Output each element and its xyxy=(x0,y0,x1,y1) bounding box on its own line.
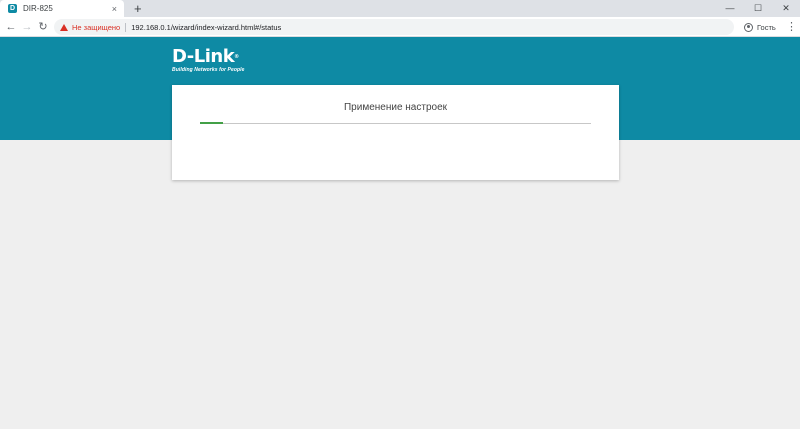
back-button[interactable]: ← xyxy=(4,19,18,35)
tab-strip: D DIR-825 × + — ☐ ✕ xyxy=(0,0,800,17)
profile-name: Гость xyxy=(757,22,776,32)
card-title: Применение настроек xyxy=(343,102,448,113)
address-bar[interactable]: Не защищено 192.168.0.1/wizard/index-wiz… xyxy=(54,19,734,35)
tab-close-icon[interactable]: × xyxy=(112,4,117,14)
browser-tab[interactable]: D DIR-825 × xyxy=(0,0,124,17)
address-separator xyxy=(125,22,127,32)
warning-icon xyxy=(60,23,68,31)
user-icon xyxy=(744,22,753,32)
logo-text: D-Link xyxy=(172,46,235,67)
reload-button[interactable]: ↻ xyxy=(36,19,50,35)
url-text[interactable]: 192.168.0.1/wizard/index-wizard.html#/st… xyxy=(131,23,281,32)
dlink-logo: D-Link® Building Networks for People xyxy=(172,46,245,74)
maximize-button[interactable]: ☐ xyxy=(744,0,772,17)
tab-title: DIR-825 xyxy=(23,4,53,13)
dlink-favicon-icon: D xyxy=(8,4,17,13)
registered-mark: ® xyxy=(234,54,239,60)
browser-menu-icon[interactable]: ⋮ xyxy=(786,19,797,35)
profile-button[interactable]: Гость xyxy=(744,19,776,35)
new-tab-button[interactable]: + xyxy=(134,1,142,16)
forward-button[interactable]: → xyxy=(20,19,34,35)
minimize-button[interactable]: — xyxy=(716,0,744,17)
close-window-button[interactable]: ✕ xyxy=(772,0,800,17)
not-secure-label[interactable]: Не защищено xyxy=(72,23,120,32)
browser-toolbar: ← → ↻ Не защищено 192.168.0.1/wizard/ind… xyxy=(0,17,800,37)
progress-fill xyxy=(200,122,224,124)
progress-bar xyxy=(200,122,591,124)
logo-tagline: Building Networks for People xyxy=(172,67,245,73)
status-card: Применение настроек xyxy=(172,85,619,180)
